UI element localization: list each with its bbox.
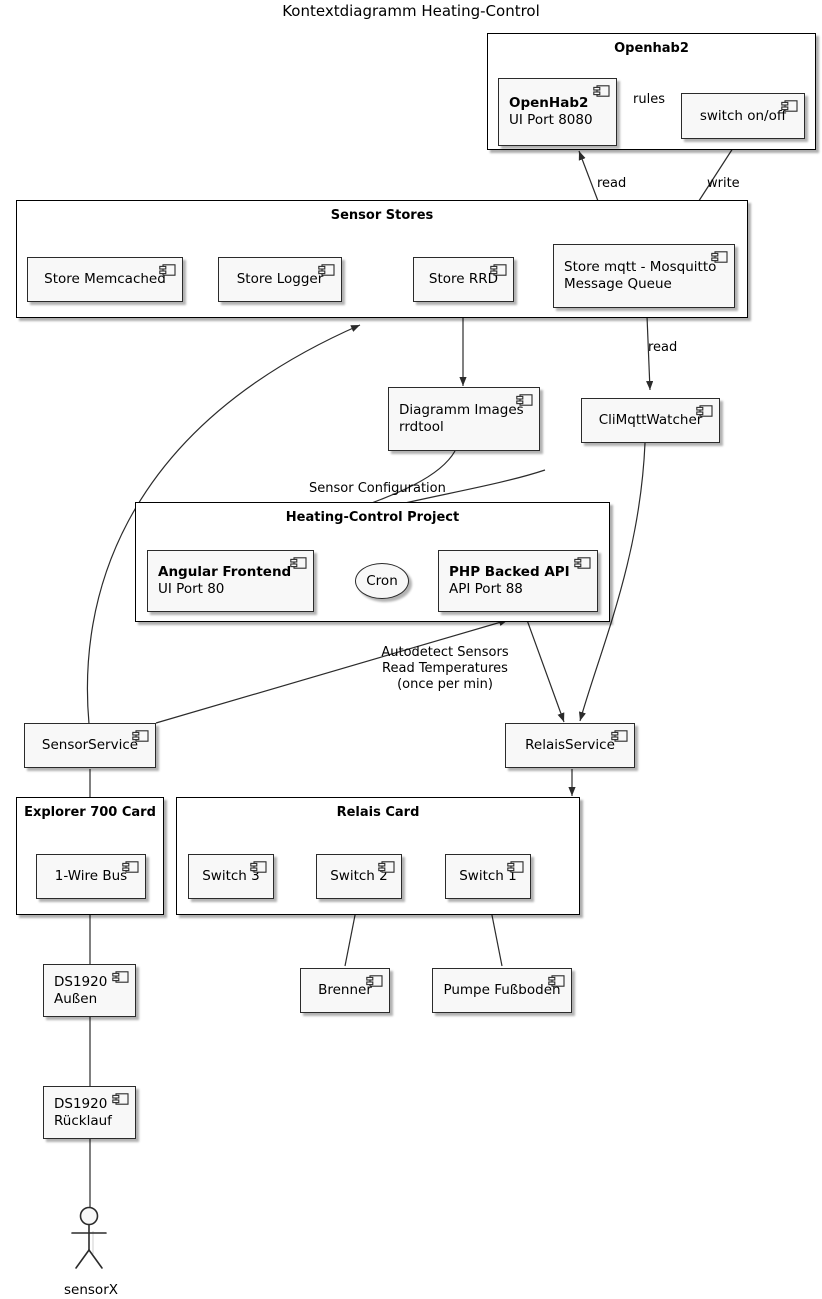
component-icon [574, 557, 591, 569]
component-icon [112, 1093, 129, 1105]
actor-sensorx-label: sensorX [64, 1282, 118, 1298]
component-climqttwatcher[interactable]: CliMqttWatcher [581, 398, 720, 443]
component-icon [250, 861, 267, 873]
component-ds1920-ruecklauf[interactable]: DS1920 Rücklauf [43, 1086, 136, 1139]
component-icon [290, 557, 307, 569]
component-icon [548, 975, 565, 987]
component-label-line2: rrdtool [399, 419, 444, 435]
interface-cron[interactable]: Cron [355, 563, 409, 599]
component-brenner[interactable]: Brenner [300, 968, 390, 1013]
component-icon [318, 264, 335, 276]
component-label-line1: PHP Backed API [449, 564, 570, 580]
component-label-line2: UI Port 80 [158, 581, 225, 597]
component-icon [711, 251, 728, 263]
component-pumpe-fussboden[interactable]: Pumpe Fußboden [432, 968, 572, 1013]
component-store-logger[interactable]: Store Logger [218, 257, 342, 302]
interface-cron-label: Cron [366, 573, 398, 589]
component-label-line2: Außen [54, 990, 98, 1007]
component-one-wire-bus[interactable]: 1-Wire Bus [36, 854, 146, 899]
component-label-line1: Diagramm Images [399, 402, 524, 418]
actor-icon [71, 1206, 107, 1269]
component-icon [507, 861, 524, 873]
component-diagramm-images[interactable]: Diagramm Images rrdtool [388, 387, 540, 451]
actor-sensorx[interactable]: sensorX [50, 1205, 132, 1298]
package-heating-control-project-title: Heating-Control Project [285, 510, 460, 525]
component-icon [781, 100, 798, 112]
component-icon [378, 861, 395, 873]
component-openhab2-ui[interactable]: OpenHab2 UI Port 8080 [498, 78, 617, 146]
component-switch-1[interactable]: Switch 1 [445, 854, 531, 899]
component-label-line1: Pumpe Fußboden [443, 982, 561, 998]
component-label-line2: Rücklauf [54, 1112, 112, 1129]
package-sensor-stores-title: Sensor Stores [330, 208, 434, 223]
package-openhab2-title: Openhab2 [614, 41, 689, 56]
component-label-line1: RelaisService [525, 737, 615, 753]
component-store-memcached[interactable]: Store Memcached [27, 257, 183, 302]
component-label-line1: switch on/off [699, 107, 787, 124]
edge-label-autodetect: Autodetect Sensors Read Temperatures (on… [381, 645, 509, 692]
component-label-line1: Angular Frontend [158, 564, 292, 580]
component-ds1920-aussen[interactable]: DS1920 Außen [43, 964, 136, 1017]
component-label-line1: Store mqtt - Mosquitto [564, 259, 717, 275]
component-label-line1: 1-Wire Bus [54, 868, 128, 884]
component-store-mqtt[interactable]: Store mqtt - Mosquitto Message Queue [553, 244, 735, 308]
edge-label-read-mqtt-cli: read [648, 340, 678, 355]
component-icon [696, 405, 713, 417]
edge-label-sensor-configuration: Sensor Configuration [309, 481, 446, 496]
component-label-line2: UI Port 8080 [509, 112, 593, 128]
component-label-line1: SensorService [41, 737, 139, 753]
component-relaisservice[interactable]: RelaisService [505, 723, 635, 768]
package-relais-card-title: Relais Card [336, 805, 420, 820]
component-label-line1: Store Memcached [44, 271, 166, 287]
component-icon [611, 730, 628, 742]
component-sensorservice[interactable]: SensorService [24, 723, 156, 768]
component-icon [593, 85, 610, 97]
component-switch-on-off[interactable]: switch on/off [681, 93, 805, 139]
component-label-line2: API Port 88 [449, 581, 523, 597]
component-switch-2[interactable]: Switch 2 [316, 854, 402, 899]
component-icon [132, 730, 149, 742]
component-label-line1: OpenHab2 [509, 95, 589, 111]
component-store-rrd[interactable]: Store RRD [413, 257, 514, 302]
package-explorer-700-card-title: Explorer 700 Card [24, 805, 156, 820]
component-label-line1: Brenner [318, 982, 372, 998]
diagram-canvas: Kontextdiagramm Heating-Control Openhab2… [0, 0, 822, 1299]
component-icon [366, 975, 383, 987]
component-icon [122, 861, 139, 873]
edge-label-read-mqtt-openhab: read [597, 176, 627, 191]
component-angular-frontend[interactable]: Angular Frontend UI Port 80 [147, 550, 314, 612]
component-icon [490, 264, 507, 276]
component-icon [159, 264, 176, 276]
component-label-line1: Store Logger [236, 271, 324, 287]
component-switch-3[interactable]: Switch 3 [188, 854, 274, 899]
edge-label-rules: rules [633, 92, 665, 107]
page-title: Kontextdiagramm Heating-Control [282, 2, 540, 20]
component-icon [516, 394, 533, 406]
component-icon [112, 971, 129, 983]
component-php-backed-api[interactable]: PHP Backed API API Port 88 [438, 550, 598, 612]
component-label-line2: Message Queue [564, 276, 672, 292]
component-label-line1: CliMqttWatcher [598, 412, 703, 428]
component-label-line1: Store RRD [428, 271, 499, 287]
edge-label-write-switch-mqtt: write [707, 176, 740, 191]
